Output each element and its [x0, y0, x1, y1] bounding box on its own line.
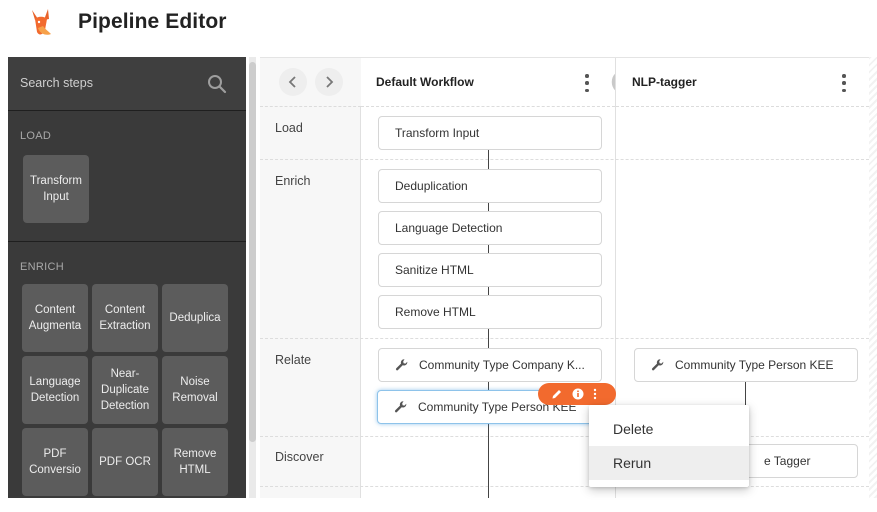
section-enrich: ENRICH Content Augmenta Content Extracti… [8, 243, 246, 498]
step-tile-near-duplicate-detection[interactable]: Near- Duplicate Detection [92, 356, 158, 424]
column-nav-header [260, 58, 361, 107]
info-icon[interactable] [572, 388, 584, 400]
column-header-default-workflow: Default Workflow o [361, 58, 654, 107]
step-context-menu: Delete Rerun [589, 405, 749, 487]
row-label-relate: Relate [275, 353, 312, 367]
step-sanitize-html[interactable]: Sanitize HTML [378, 253, 602, 287]
fox-logo-icon [32, 9, 51, 35]
edit-icon[interactable] [551, 388, 563, 400]
step-tile-pdf-ocr[interactable]: PDF OCR [92, 428, 158, 496]
step-tile-pdf-conversion[interactable]: PDF Conversio [22, 428, 88, 496]
app-title: Pipeline Editor [78, 10, 227, 33]
more-icon[interactable] [593, 388, 597, 400]
step-community-type-company[interactable]: Community Type Company K... [378, 348, 602, 382]
row-label-enrich: Enrich [275, 174, 311, 188]
board-edge-hatch [869, 57, 877, 498]
step-tile-content-augmentation[interactable]: Content Augmenta [22, 284, 88, 352]
chevron-left-icon [288, 76, 296, 88]
step-tile-noise-removal[interactable]: Noise Removal [162, 356, 228, 424]
step-tile-transform-input[interactable]: Transform Input [23, 155, 89, 223]
step-nlp-community-type-person[interactable]: Community Type Person KEE [634, 348, 858, 382]
step-language-detection[interactable]: Language Detection [378, 211, 602, 245]
wrench-icon [395, 359, 408, 371]
row-separator [260, 159, 869, 160]
nlp-tagger-more-icon[interactable] [837, 72, 851, 94]
step-action-toolbar [538, 383, 616, 405]
row-separator [260, 486, 869, 487]
app-header: Pipeline Editor [0, 0, 877, 52]
step-deduplication[interactable]: Deduplication [378, 169, 602, 203]
default-workflow-more-icon[interactable] [580, 72, 594, 94]
row-separator [260, 436, 869, 437]
column-title-default-workflow: Default Workflow [376, 75, 474, 89]
column-header-nlp-tagger: NLP-tagger [616, 58, 869, 107]
step-remove-html[interactable]: Remove HTML [378, 295, 602, 329]
wrench-icon [651, 359, 664, 371]
search-placeholder: Search steps [20, 76, 93, 90]
step-transform-input[interactable]: Transform Input [378, 116, 602, 150]
next-button[interactable] [315, 68, 343, 96]
row-separator [260, 338, 869, 339]
section-title-enrich: ENRICH [20, 261, 64, 273]
section-title-load: LOAD [20, 130, 52, 142]
pipeline-board: Default Workflow o NLP-tagger Load Enric… [260, 57, 869, 498]
column-title-nlp-tagger: NLP-tagger [632, 75, 697, 89]
row-label-load: Load [275, 121, 303, 135]
step-library-sidebar: Search steps LOAD Transform Input ENRICH… [8, 57, 246, 498]
step-tile-deduplication[interactable]: Deduplica [162, 284, 228, 352]
menu-item-rerun[interactable]: Rerun [589, 446, 749, 480]
wrench-icon [394, 401, 407, 413]
section-load: LOAD Transform Input [8, 112, 246, 242]
step-tile-language-detection[interactable]: Language Detection [22, 356, 88, 424]
sidebar-scrollbar-thumb[interactable] [249, 62, 256, 442]
previous-button[interactable] [279, 68, 307, 96]
step-tile-remove-html[interactable]: Remove HTML [162, 428, 228, 496]
chevron-right-icon [326, 76, 334, 88]
row-label-discover: Discover [275, 450, 324, 464]
search-steps-field[interactable]: Search steps [8, 57, 246, 111]
menu-item-delete[interactable]: Delete [589, 412, 749, 446]
step-tile-content-extraction[interactable]: Content Extraction [92, 284, 158, 352]
search-icon[interactable] [206, 73, 228, 95]
